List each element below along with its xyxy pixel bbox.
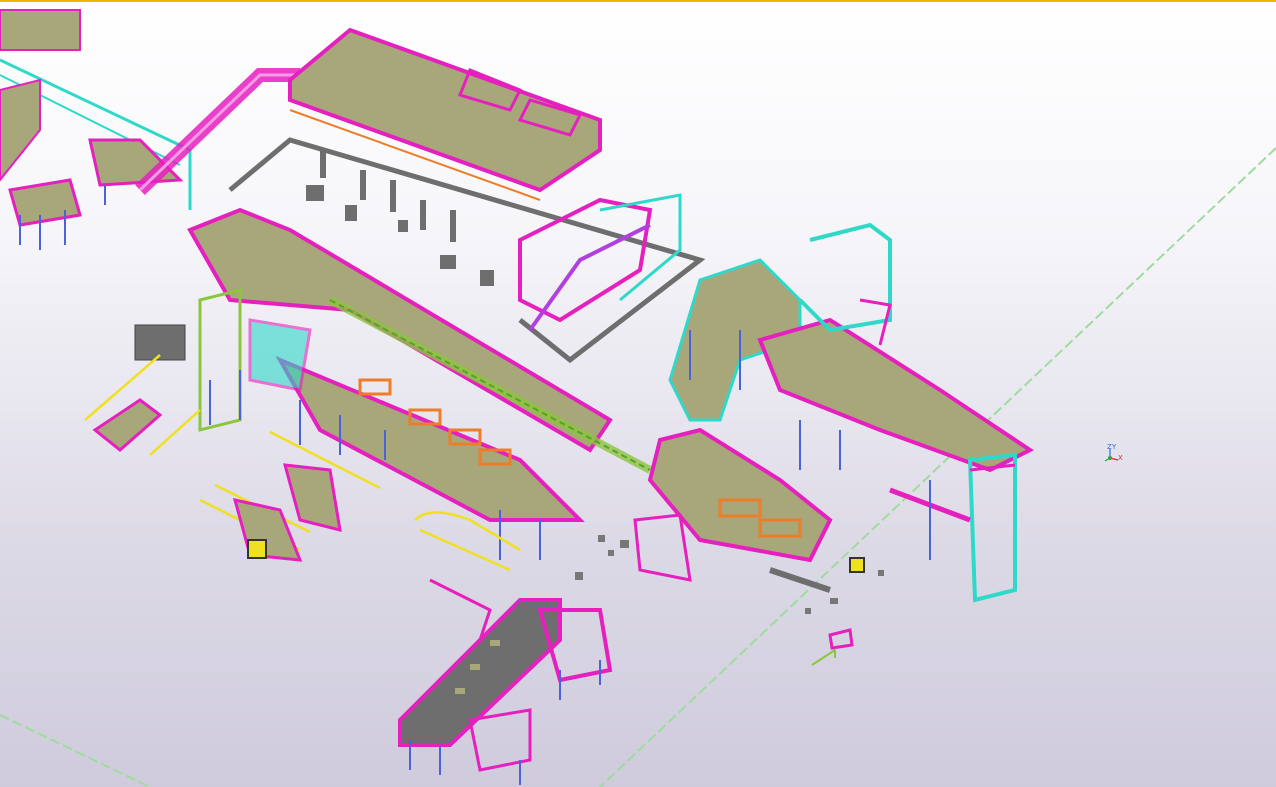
structure-small-stair[interactable] [811,628,854,666]
axis-x-label: X [1118,454,1123,462]
structure-small-left[interactable] [92,398,342,562]
conveyor-elevated[interactable] [135,68,300,196]
model-viewport[interactable]: Z Y X [0,0,1276,787]
xyz-axis-icon: Z Y X [1100,444,1124,466]
model-scene[interactable] [0,0,1276,787]
structure-main-building[interactable] [228,27,706,364]
structure-bottom-building[interactable] [398,578,613,785]
axis-y-label: Y [1112,443,1117,451]
structure-right-center[interactable] [633,427,865,593]
structure-top-left[interactable] [0,9,192,250]
